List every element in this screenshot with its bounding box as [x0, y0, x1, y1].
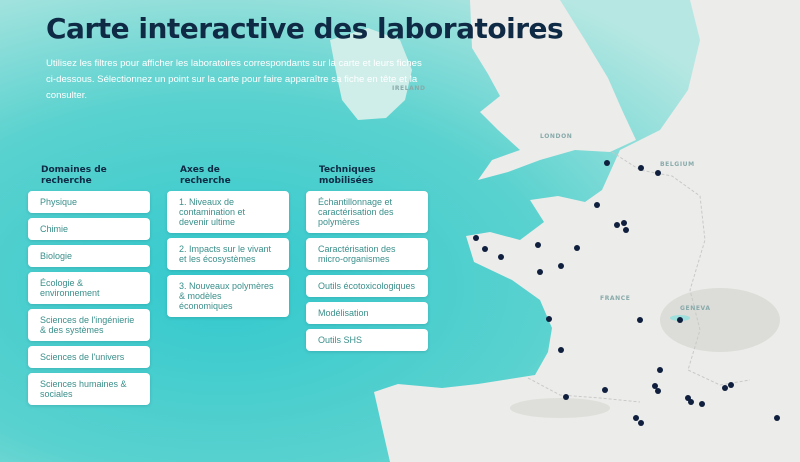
lab-marker[interactable]: [482, 246, 488, 252]
filter-heading-axes: Axes de recherche: [180, 165, 231, 186]
filter-technique-modelisation[interactable]: Modélisation: [306, 302, 428, 324]
lab-marker[interactable]: [637, 317, 643, 323]
filter-technique-ecotox[interactable]: Outils écotoxicologiques: [306, 275, 428, 297]
filter-domain-physique[interactable]: Physique: [28, 191, 150, 213]
lab-marker[interactable]: [621, 220, 627, 226]
lab-marker[interactable]: [558, 263, 564, 269]
lab-marker[interactable]: [473, 235, 479, 241]
lab-marker[interactable]: [655, 170, 661, 176]
lab-marker[interactable]: [657, 367, 663, 373]
lab-marker[interactable]: [688, 399, 694, 405]
filter-domain-chimie[interactable]: Chimie: [28, 218, 150, 240]
lab-marker[interactable]: [677, 317, 683, 323]
lab-marker[interactable]: [652, 383, 658, 389]
lab-marker[interactable]: [722, 385, 728, 391]
map-label-geneva: GENEVA: [680, 305, 711, 312]
lab-marker[interactable]: [728, 382, 734, 388]
lab-marker[interactable]: [574, 245, 580, 251]
filter-axis-1[interactable]: 1. Niveaux de contamination et devenir u…: [167, 191, 289, 233]
lab-marker[interactable]: [623, 227, 629, 233]
filter-technique-shs[interactable]: Outils SHS: [306, 329, 428, 351]
filter-domain-biologie[interactable]: Biologie: [28, 245, 150, 267]
lab-marker[interactable]: [535, 242, 541, 248]
lab-marker[interactable]: [633, 415, 639, 421]
filter-axis-2[interactable]: 2. Impacts sur le vivant et les écosystè…: [167, 238, 289, 270]
lab-marker[interactable]: [699, 401, 705, 407]
lab-marker[interactable]: [638, 420, 644, 426]
lab-marker[interactable]: [594, 202, 600, 208]
filter-heading-techniques: Techniques mobilisées: [319, 165, 376, 186]
intro-text: Utilisez les filtres pour afficher les l…: [46, 58, 422, 101]
map-label-london: LONDON: [540, 133, 572, 140]
filter-technique-echantillonnage[interactable]: Échantillonnage et caractérisation des p…: [306, 191, 428, 233]
filter-axis-3[interactable]: 3. Nouveaux polymères & modèles économiq…: [167, 275, 289, 317]
lab-marker[interactable]: [638, 165, 644, 171]
filter-domain-ingenierie[interactable]: Sciences de l'ingénierie & des systèmes: [28, 309, 150, 341]
lab-marker[interactable]: [558, 347, 564, 353]
map-label-france: FRANCE: [600, 295, 631, 302]
lab-marker[interactable]: [498, 254, 504, 260]
filter-heading-domains: Domaines de recherche: [41, 165, 107, 186]
page-title: Carte interactive des laboratoires: [46, 12, 564, 45]
filter-group-axes: Axes de recherche 1. Niveaux de contamin…: [167, 165, 289, 322]
lab-marker[interactable]: [563, 394, 569, 400]
lab-marker[interactable]: [602, 387, 608, 393]
filter-domain-ecologie[interactable]: Écologie & environnement: [28, 272, 150, 304]
lab-marker[interactable]: [655, 388, 661, 394]
filter-group-domains: Domaines de recherche Physique Chimie Bi…: [28, 165, 150, 410]
map-pyrenees: [510, 398, 610, 418]
filter-group-techniques: Techniques mobilisées Échantillonnage et…: [306, 165, 428, 356]
map-label-belgium: BELGIUM: [660, 161, 695, 168]
lab-marker[interactable]: [604, 160, 610, 166]
lab-marker[interactable]: [546, 316, 552, 322]
filter-domain-univers[interactable]: Sciences de l'univers: [28, 346, 150, 368]
filter-domain-shs[interactable]: Sciences humaines & sociales: [28, 373, 150, 405]
lab-marker[interactable]: [774, 415, 780, 421]
filter-technique-micro-organismes[interactable]: Caractérisation des micro-organismes: [306, 238, 428, 270]
lab-marker[interactable]: [614, 222, 620, 228]
lab-marker[interactable]: [537, 269, 543, 275]
